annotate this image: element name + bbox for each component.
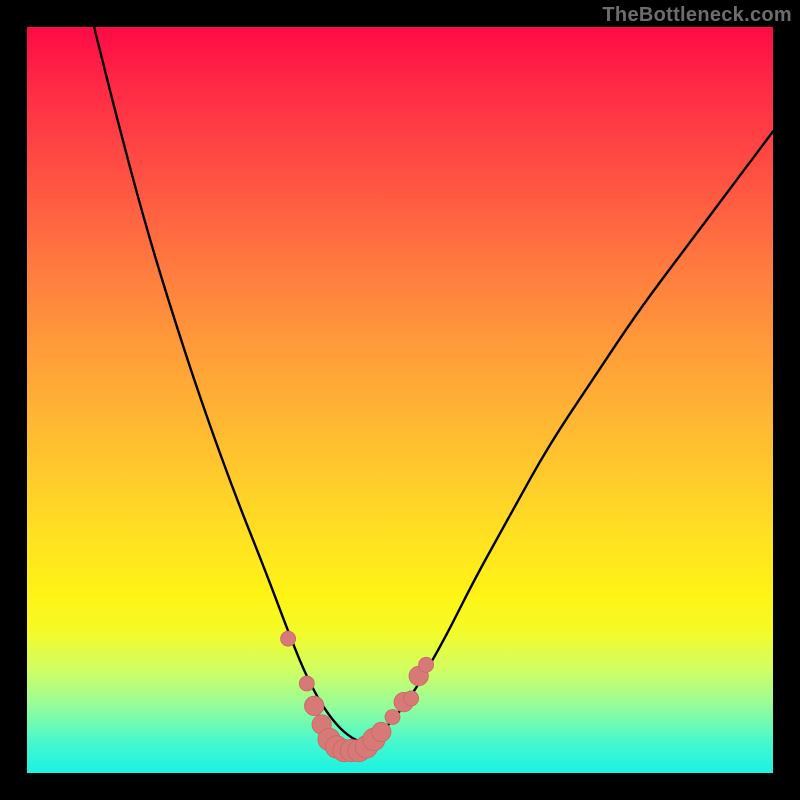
curve-marker — [281, 631, 296, 646]
bottleneck-curve — [94, 27, 773, 741]
curve-marker — [299, 676, 314, 691]
curve-marker — [419, 657, 434, 672]
watermark-text: TheBottleneck.com — [602, 4, 792, 27]
curve-marker — [404, 691, 419, 706]
chart-frame — [27, 27, 773, 773]
flat-region-markers — [281, 631, 434, 762]
curve-marker — [305, 696, 324, 715]
chart-svg — [27, 27, 773, 773]
curve-marker — [372, 722, 391, 741]
curve-marker — [385, 710, 400, 725]
